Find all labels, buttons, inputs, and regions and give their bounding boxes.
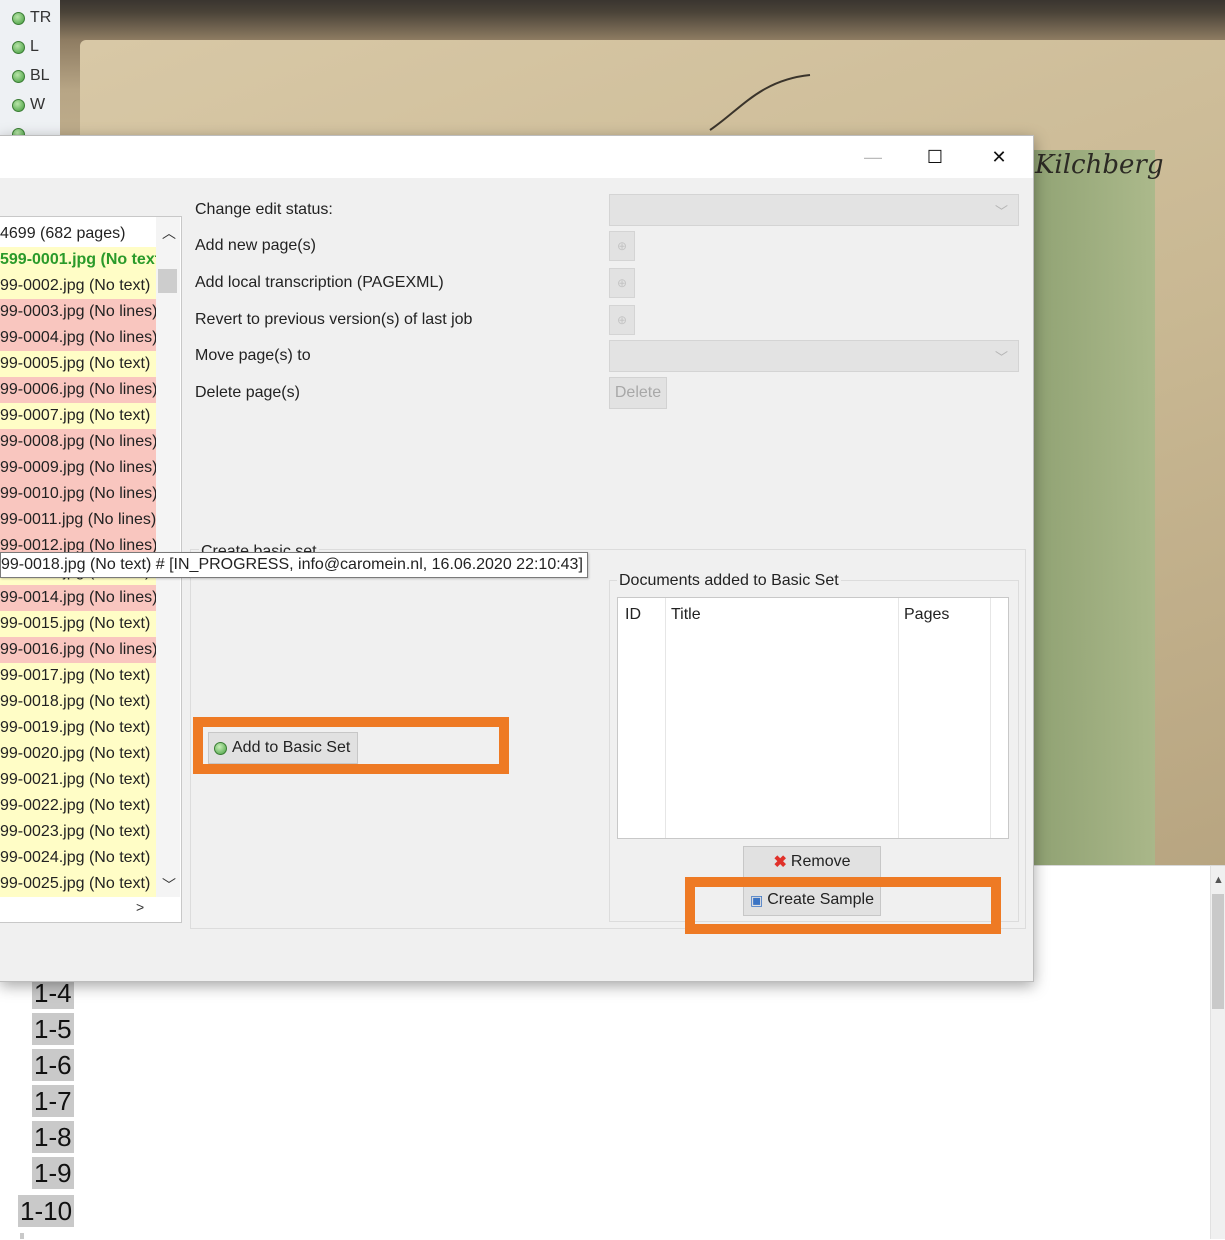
transcription-scrollbar[interactable]: ▲ bbox=[1210, 866, 1225, 1239]
list-item[interactable]: 99-0016.jpg (No lines) bbox=[0, 637, 156, 663]
ink-stroke bbox=[709, 74, 811, 131]
line-number[interactable]: 1-5 bbox=[32, 1013, 74, 1045]
minimize-button[interactable]: — bbox=[842, 136, 904, 178]
region-highlight bbox=[1030, 150, 1155, 865]
column-title[interactable]: Title bbox=[671, 606, 701, 624]
undo-icon: ⊕ bbox=[616, 313, 628, 327]
list-item[interactable]: 99-0008.jpg (No lines) bbox=[0, 429, 156, 455]
dialog-titlebar[interactable]: — ☐ ✕ bbox=[0, 136, 1033, 178]
maximize-button[interactable]: ☐ bbox=[904, 136, 966, 178]
list-item[interactable]: 599-0001.jpg (No text) bbox=[0, 247, 156, 273]
highlight-add-to-basic-set bbox=[193, 717, 509, 774]
add-icon bbox=[12, 98, 25, 112]
list-item[interactable]: 99-0006.jpg (No lines) bbox=[0, 377, 156, 403]
chevron-down-icon: ﹀ bbox=[994, 350, 1008, 365]
add-icon bbox=[12, 69, 25, 83]
highlight-create-sample bbox=[685, 877, 1001, 934]
list-item[interactable]: 99-0024.jpg (No text) bbox=[0, 845, 156, 871]
plus-icon: ⊕ bbox=[616, 239, 628, 253]
list-item[interactable]: 99-0004.jpg (No lines) bbox=[0, 325, 156, 351]
chevron-down-icon: ﹀ bbox=[994, 204, 1008, 219]
list-item[interactable]: 99-0021.jpg (No text) bbox=[0, 767, 156, 793]
list-item[interactable]: 99-0018.jpg (No text) bbox=[0, 689, 156, 715]
remove-icon: ✖ bbox=[773, 854, 787, 871]
list-item[interactable]: 99-0011.jpg (No lines) bbox=[0, 507, 156, 533]
list-item[interactable]: 99-0010.jpg (No lines) bbox=[0, 481, 156, 507]
close-button[interactable]: ✕ bbox=[968, 136, 1030, 178]
add-new-pages-button[interactable]: ⊕ bbox=[609, 231, 635, 261]
list-item[interactable]: 99-0003.jpg (No lines) bbox=[0, 299, 156, 325]
line-number[interactable]: 1-8 bbox=[32, 1121, 74, 1153]
add-local-transcription-label: Add local transcription (PAGEXML) bbox=[195, 274, 444, 291]
line-number[interactable]: 1-7 bbox=[32, 1085, 74, 1117]
page-list-header[interactable]: 4699 (682 pages) bbox=[0, 221, 156, 247]
revert-previous-label: Revert to previous version(s) of last jo… bbox=[195, 311, 473, 328]
scroll-up-icon[interactable]: ▲ bbox=[1213, 874, 1224, 886]
list-item[interactable]: 99-0022.jpg (No text) bbox=[0, 793, 156, 819]
scrollbar-thumb[interactable] bbox=[1212, 894, 1224, 1009]
change-edit-status-label: Change edit status: bbox=[195, 201, 333, 218]
page-tooltip: 99-0018.jpg (No text) # [IN_PROGRESS, in… bbox=[0, 552, 588, 578]
add-local-transcription-button[interactable]: ⊕ bbox=[609, 268, 635, 298]
column-divider bbox=[990, 598, 991, 838]
delete-button[interactable]: Delete bbox=[609, 377, 667, 409]
list-item[interactable]: 99-0019.jpg (No text) bbox=[0, 715, 156, 741]
remove-label: Remove bbox=[790, 853, 851, 870]
chevron-up-icon[interactable]: ︿ bbox=[162, 223, 176, 243]
shape-item-label: L bbox=[30, 38, 39, 55]
shape-item-label: TR bbox=[30, 9, 52, 26]
column-id[interactable]: ID bbox=[625, 606, 641, 624]
list-item[interactable]: 99-0025.jpg (No text) bbox=[0, 871, 156, 897]
list-item[interactable]: 99-0014.jpg (No lines) bbox=[0, 585, 156, 611]
list-item[interactable]: 99-0002.jpg (No text) bbox=[0, 273, 156, 299]
shape-item-w[interactable]: W bbox=[12, 94, 45, 116]
shape-item-label: W bbox=[30, 96, 46, 113]
list-item[interactable]: 99-0007.jpg (No text) bbox=[0, 403, 156, 429]
manuscript-ink: Kilchberg bbox=[1035, 150, 1164, 180]
column-divider bbox=[898, 598, 899, 838]
add-new-pages-label: Add new page(s) bbox=[195, 237, 316, 254]
line-number[interactable]: 1-9 bbox=[32, 1157, 74, 1189]
move-pages-label: Move page(s) to bbox=[195, 347, 311, 364]
shape-item-l[interactable]: L bbox=[12, 36, 39, 58]
list-item[interactable]: 99-0020.jpg (No text) bbox=[0, 741, 156, 767]
edit-status-select[interactable]: ﹀ bbox=[609, 194, 1019, 226]
line-number[interactable]: 1-10 bbox=[18, 1195, 75, 1227]
list-item[interactable]: 99-0023.jpg (No text) bbox=[0, 819, 156, 845]
list-item[interactable]: 99-0005.jpg (No text) bbox=[0, 351, 156, 377]
shape-item-label: BL bbox=[30, 67, 50, 84]
line-number[interactable] bbox=[20, 1233, 24, 1239]
line-number[interactable]: 1-6 bbox=[32, 1049, 74, 1081]
column-divider bbox=[665, 598, 666, 838]
documents-group-title: Documents added to Basic Set bbox=[617, 572, 841, 590]
remove-button[interactable]: ✖ Remove bbox=[743, 846, 881, 878]
column-pages[interactable]: Pages bbox=[904, 606, 949, 624]
shape-item-bl[interactable]: BL bbox=[12, 65, 50, 87]
list-item[interactable]: 99-0017.jpg (No text) bbox=[0, 663, 156, 689]
shape-item-tr[interactable]: TR bbox=[12, 7, 51, 29]
move-pages-select[interactable]: ﹀ bbox=[609, 340, 1019, 372]
scrollbar-thumb[interactable] bbox=[158, 269, 177, 293]
documents-table[interactable]: ID Title Pages bbox=[617, 597, 1009, 839]
add-icon bbox=[12, 40, 25, 54]
plus-icon: ⊕ bbox=[616, 276, 628, 290]
chevron-right-icon[interactable]: > bbox=[136, 899, 144, 915]
revert-button[interactable]: ⊕ bbox=[609, 305, 635, 335]
shape-type-panel: TR L BL W bbox=[0, 0, 61, 141]
delete-pages-label: Delete page(s) bbox=[195, 384, 300, 401]
add-icon bbox=[12, 11, 25, 25]
list-item[interactable]: 99-0015.jpg (No text) bbox=[0, 611, 156, 637]
chevron-down-icon[interactable]: ﹀ bbox=[162, 875, 176, 895]
list-item[interactable]: 99-0009.jpg (No lines) bbox=[0, 455, 156, 481]
